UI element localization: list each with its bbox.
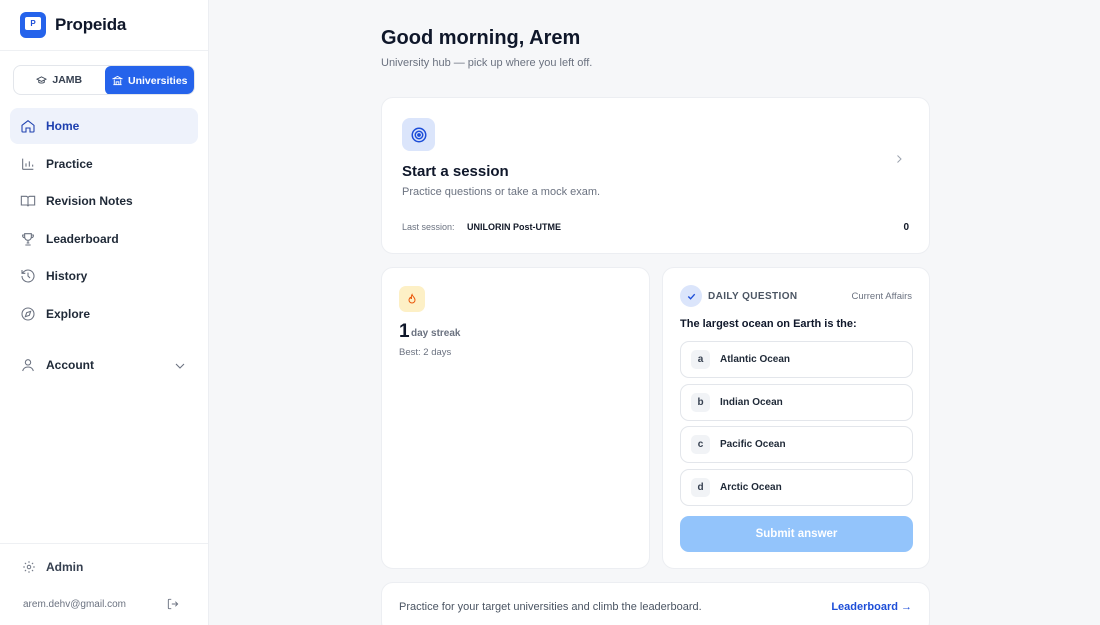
app-name: Propeida: [55, 15, 127, 34]
sidebar-item-history[interactable]: History: [10, 258, 198, 294]
target-icon: [402, 118, 435, 151]
sidebar-item-label: Account: [46, 358, 94, 372]
logout-icon: [167, 598, 179, 610]
graduation-cap-icon: [36, 75, 48, 83]
chevron-down-icon: [175, 363, 185, 369]
sidebar-item-account[interactable]: Account: [10, 347, 198, 383]
streak-days: 1: [399, 321, 410, 342]
mode-switch: JAMB Universities: [13, 65, 195, 95]
app-logo-icon: P: [20, 12, 46, 38]
sidebar-item-label: Revision Notes: [46, 194, 133, 208]
history-icon: [21, 269, 35, 283]
last-session-value: UNILORIN Post-UTME: [467, 222, 561, 232]
session-description: Practice questions or take a mock exam.: [402, 186, 601, 198]
page-title: Good morning, Arem: [381, 27, 581, 49]
divider: [0, 50, 208, 51]
option-letter: b: [691, 392, 710, 412]
submit-answer-button[interactable]: Submit answer: [680, 516, 913, 552]
sidebar-item-label: Explore: [46, 306, 91, 321]
cta-text: Practice for your target universities an…: [399, 601, 702, 613]
start-session-card[interactable]: Start a session Practice questions or ta…: [381, 97, 930, 254]
flame-icon: [399, 286, 425, 312]
compass-icon: [21, 306, 35, 321]
session-count: 0: [903, 222, 909, 233]
sidebar-item-label: Leaderboard: [46, 231, 119, 246]
question-text: The largest ocean on Earth is the:: [680, 318, 857, 330]
sidebar-item-label: Admin: [46, 560, 84, 574]
session-title: Start a session: [402, 163, 509, 180]
option-text: Pacific Ocean: [720, 439, 786, 450]
page-subtitle: University hub — pick up where you left …: [381, 57, 593, 69]
answer-option-d[interactable]: d Arctic Ocean: [680, 468, 913, 506]
streak-card: 1 day streak Best: 2 days: [381, 267, 650, 569]
daily-question-label: DAILY QUESTION: [708, 291, 798, 302]
divider: [0, 543, 208, 544]
home-icon: [21, 119, 35, 133]
streak-unit: day streak: [411, 328, 461, 339]
sidebar: P Propeida JAMB Universities Home Practi…: [0, 0, 209, 625]
brand[interactable]: P Propeida: [20, 12, 126, 38]
check-icon: [680, 285, 702, 307]
sidebar-item-label: Practice: [46, 156, 93, 171]
leaderboard-cta-card: Practice for your target universities an…: [381, 582, 930, 625]
university-icon: [111, 75, 123, 86]
mode-jamb-label: JAMB: [52, 74, 83, 86]
answer-option-b[interactable]: b Indian Ocean: [680, 383, 913, 421]
question-category: Current Affairs: [851, 291, 912, 302]
mode-universities-button[interactable]: Universities: [104, 66, 194, 94]
user-email: arem.dehv@gmail.com: [23, 599, 126, 610]
option-text: Arctic Ocean: [720, 481, 782, 493]
last-session-label: Last session:: [402, 222, 455, 232]
option-letter: d: [691, 477, 710, 497]
option-text: Indian Ocean: [720, 396, 783, 408]
book-icon: [20, 195, 36, 207]
sidebar-item-home[interactable]: Home: [10, 108, 198, 144]
logout-button[interactable]: [166, 597, 180, 611]
sidebar-item-admin[interactable]: Admin: [22, 560, 83, 574]
option-letter: c: [691, 435, 710, 454]
sidebar-item-explore[interactable]: Explore: [10, 296, 198, 332]
trophy-icon: [22, 232, 34, 246]
sidebar-item-label: Home: [46, 119, 80, 133]
option-letter: a: [691, 350, 710, 369]
sidebar-item-practice[interactable]: Practice: [10, 146, 198, 182]
mode-universities-label: Universities: [127, 74, 188, 87]
user-icon: [22, 359, 34, 372]
sidebar-item-leaderboard[interactable]: Leaderboard: [10, 221, 198, 257]
sidebar-item-revision-notes[interactable]: Revision Notes: [10, 183, 198, 219]
bar-chart-icon: [22, 158, 34, 170]
mode-jamb-button[interactable]: JAMB: [14, 66, 105, 94]
sidebar-item-label: History: [46, 269, 88, 283]
gear-icon: [23, 561, 35, 573]
option-text: Atlantic Ocean: [720, 354, 791, 365]
answer-option-c[interactable]: c Pacific Ocean: [680, 426, 913, 463]
answer-option-a[interactable]: a Atlantic Ocean: [680, 341, 913, 378]
streak-best: Best: 2 days: [399, 347, 452, 358]
leaderboard-link[interactable]: Leaderboard →: [831, 601, 912, 613]
daily-question-card: DAILY QUESTION Current Affairs The large…: [662, 267, 930, 569]
chevron-right-icon: [897, 155, 902, 163]
sidebar-nav: Home Practice Revision Notes Leaderboard…: [10, 108, 198, 333]
